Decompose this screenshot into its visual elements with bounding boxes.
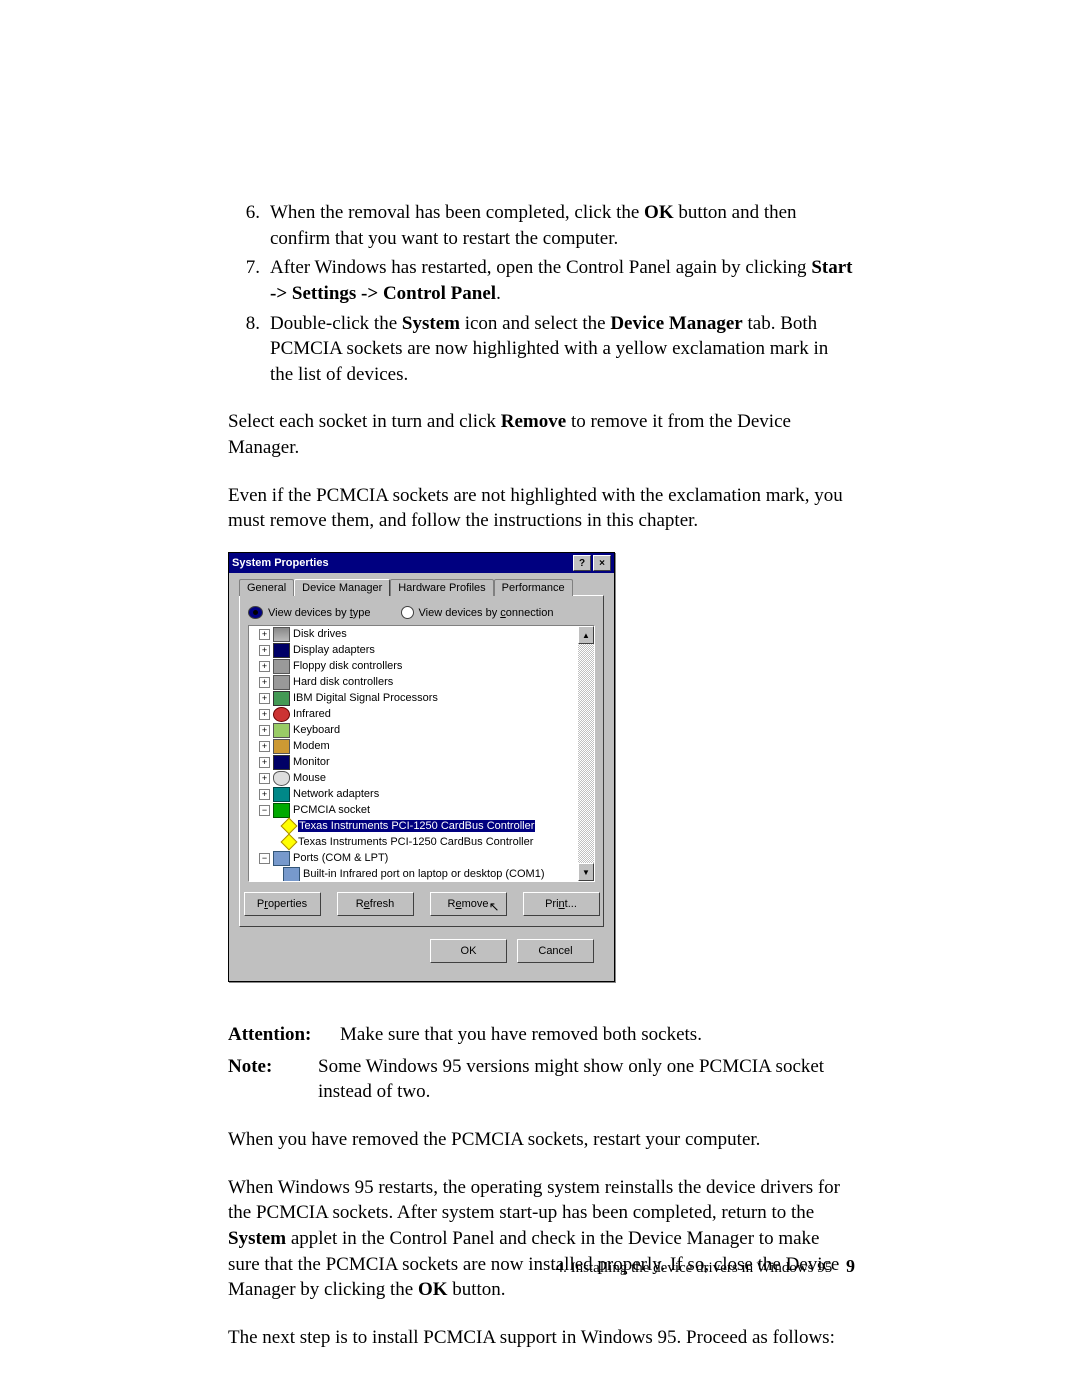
radio-view-by-connection[interactable]: View devices by connection [401, 606, 554, 619]
attention-text: Make sure that you have removed both soc… [340, 1022, 702, 1048]
mouse-icon [273, 771, 290, 786]
vertical-scrollbar[interactable]: ▲ ▼ [578, 626, 594, 881]
chapter-title: 4. Installing the device drivers in Wind… [556, 1260, 833, 1276]
expand-icon[interactable]: + [259, 789, 270, 800]
step-number: 7. [228, 255, 270, 306]
expand-icon[interactable]: + [259, 693, 270, 704]
expand-icon[interactable]: + [259, 709, 270, 720]
pcmcia-icon [273, 803, 290, 818]
page-footer: 4. Installing the device drivers in Wind… [556, 1256, 855, 1277]
tab-device-manager[interactable]: Device Manager [294, 579, 390, 596]
dialog-titlebar: System Properties ? × [229, 553, 614, 573]
infrared-icon [273, 707, 290, 722]
warning-icon [281, 834, 298, 851]
note-label: Note: [228, 1054, 318, 1105]
instruction-list: 6. When the removal has been completed, … [228, 200, 855, 387]
ports-icon [273, 851, 290, 866]
system-properties-dialog: System Properties ? × General Device Man… [228, 552, 615, 982]
tree-item-selected[interactable]: Texas Instruments PCI-1250 CardBus Contr… [298, 820, 535, 832]
paragraph: The next step is to install PCMCIA suppo… [228, 1325, 855, 1351]
collapse-icon[interactable]: − [259, 853, 270, 864]
tree-item[interactable]: Texas Instruments PCI-1250 CardBus Contr… [298, 836, 533, 848]
cancel-button[interactable]: Cancel [517, 939, 594, 963]
dsp-icon [273, 691, 290, 706]
step-text: Double-click the System icon and select … [270, 311, 855, 388]
radio-icon [401, 606, 414, 619]
tab-general[interactable]: General [239, 579, 294, 596]
drive-icon [273, 627, 290, 642]
help-icon[interactable]: ? [573, 555, 591, 571]
device-tree[interactable]: +Disk drives +Display adapters +Floppy d… [249, 626, 578, 881]
expand-icon[interactable]: + [259, 773, 270, 784]
tab-hardware-profiles[interactable]: Hardware Profiles [390, 579, 493, 596]
cursor-icon: ↖ [489, 899, 500, 915]
tab-strip: General Device Manager Hardware Profiles… [239, 579, 604, 596]
collapse-icon[interactable]: − [259, 805, 270, 816]
step-text: When the removal has been completed, cli… [270, 200, 855, 251]
expand-icon[interactable]: + [259, 645, 270, 656]
network-icon [273, 787, 290, 802]
tree-item[interactable]: Built-in Infrared port on laptop or desk… [303, 868, 545, 880]
scroll-track[interactable] [578, 644, 594, 863]
display-icon [273, 643, 290, 658]
hdd-icon [273, 675, 290, 690]
page-number: 9 [846, 1256, 855, 1276]
expand-icon[interactable]: + [259, 757, 270, 768]
port-icon [283, 867, 300, 882]
expand-icon[interactable]: + [259, 661, 270, 672]
remove-button[interactable]: Remove↖ [430, 892, 507, 916]
attention-label: Attention: [228, 1022, 340, 1048]
print-button[interactable]: Print... [523, 892, 600, 916]
expand-icon[interactable]: + [259, 677, 270, 688]
tab-performance[interactable]: Performance [494, 579, 573, 596]
paragraph: When you have removed the PCMCIA sockets… [228, 1127, 855, 1153]
scroll-up-icon[interactable]: ▲ [578, 626, 594, 644]
close-icon[interactable]: × [593, 555, 611, 571]
radio-view-by-type[interactable]: View devices by type [248, 606, 371, 619]
floppy-icon [273, 659, 290, 674]
expand-icon[interactable]: + [259, 725, 270, 736]
step-number: 6. [228, 200, 270, 251]
scroll-down-icon[interactable]: ▼ [578, 863, 594, 881]
step-number: 8. [228, 311, 270, 388]
properties-button[interactable]: Properties [244, 892, 321, 916]
modem-icon [273, 739, 290, 754]
note-text: Some Windows 95 versions might show only… [318, 1054, 855, 1105]
dialog-title: System Properties [232, 557, 571, 569]
step-text: After Windows has restarted, open the Co… [270, 255, 855, 306]
paragraph: When Windows 95 restarts, the operating … [228, 1175, 855, 1303]
refresh-button[interactable]: Refresh [337, 892, 414, 916]
monitor-icon [273, 755, 290, 770]
radio-icon [248, 606, 263, 619]
expand-icon[interactable]: + [259, 741, 270, 752]
ok-button[interactable]: OK [430, 939, 507, 963]
warning-icon [281, 818, 298, 835]
paragraph: Select each socket in turn and click Rem… [228, 409, 855, 460]
expand-icon[interactable]: + [259, 629, 270, 640]
paragraph: Even if the PCMCIA sockets are not highl… [228, 483, 855, 534]
keyboard-icon [273, 723, 290, 738]
